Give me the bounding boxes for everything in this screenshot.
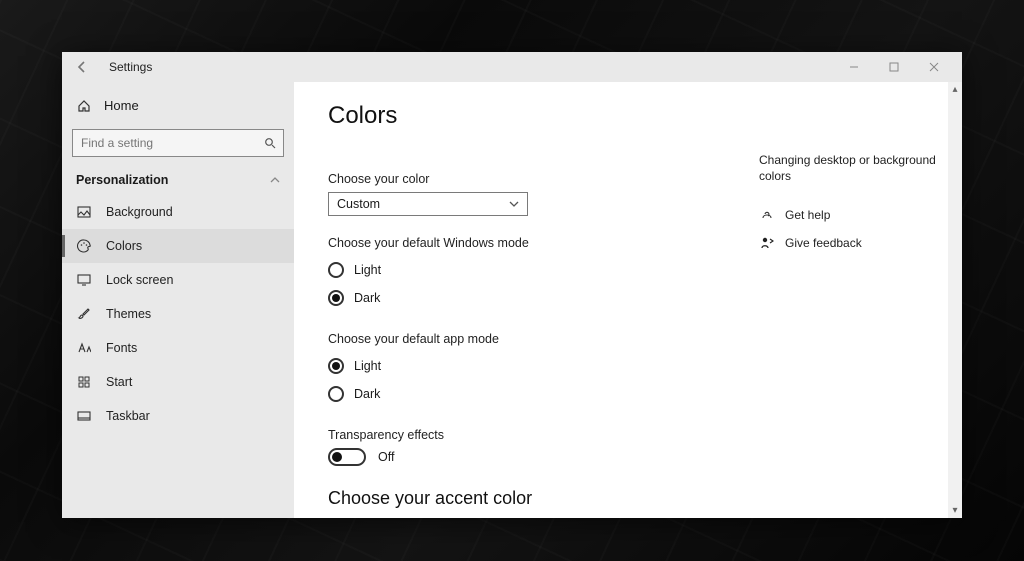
tip-text: Changing desktop or background colors <box>759 152 936 184</box>
sidebar-item-lock-screen[interactable]: Lock screen <box>62 263 294 297</box>
back-icon[interactable] <box>75 61 91 73</box>
sidebar-item-label: Lock screen <box>106 273 173 287</box>
sidebar: Home Personalization Background <box>62 82 294 518</box>
help-label: Get help <box>785 208 830 222</box>
windows-mode-light[interactable]: Light <box>328 256 733 284</box>
font-icon <box>76 342 92 354</box>
sidebar-item-colors[interactable]: Colors <box>62 229 294 263</box>
accent-heading: Choose your accent color <box>328 488 733 509</box>
settings-window: Settings Home Personalization <box>62 52 962 518</box>
color-mode-value: Custom <box>337 197 380 211</box>
sidebar-item-background[interactable]: Background <box>62 195 294 229</box>
sidebar-section-label: Personalization <box>76 173 168 187</box>
search-box[interactable] <box>72 129 284 157</box>
windows-mode-section: Choose your default Windows mode Light D… <box>328 236 733 312</box>
palette-icon <box>76 239 92 253</box>
help-link[interactable]: Get help <box>759 208 936 222</box>
radio-label: Light <box>354 263 381 277</box>
radio-label: Dark <box>354 387 380 401</box>
feedback-icon <box>759 236 775 250</box>
sidebar-item-fonts[interactable]: Fonts <box>62 331 294 365</box>
app-mode-label: Choose your default app mode <box>328 332 733 346</box>
search-input[interactable] <box>72 129 284 157</box>
main-panel: Colors Choose your color Custom Choose y… <box>294 82 753 518</box>
transparency-toggle[interactable] <box>328 448 366 466</box>
transparency-label: Transparency effects <box>328 428 733 442</box>
transparency-section: Transparency effects Off <box>328 428 733 466</box>
radio-label: Dark <box>354 291 380 305</box>
window-title: Settings <box>109 60 152 74</box>
app-mode-section: Choose your default app mode Light Dark <box>328 332 733 408</box>
radio-icon <box>328 386 344 402</box>
sidebar-item-label: Colors <box>106 239 142 253</box>
help-icon <box>759 208 775 222</box>
vertical-scrollbar[interactable]: ▴ ▾ <box>948 82 962 518</box>
image-icon <box>76 206 92 218</box>
sidebar-item-label: Start <box>106 375 132 389</box>
sidebar-item-label: Themes <box>106 307 151 321</box>
feedback-label: Give feedback <box>785 236 862 250</box>
close-icon[interactable] <box>914 52 954 82</box>
sidebar-item-label: Background <box>106 205 173 219</box>
windows-mode-dark[interactable]: Dark <box>328 284 733 312</box>
sidebar-item-themes[interactable]: Themes <box>62 297 294 331</box>
sidebar-section-header: Personalization <box>62 173 294 195</box>
choose-color-section: Choose your color Custom <box>328 172 733 216</box>
monitor-icon <box>76 274 92 286</box>
home-label: Home <box>104 98 139 113</box>
app-mode-light[interactable]: Light <box>328 352 733 380</box>
page-title: Colors <box>328 102 733 130</box>
right-panel: Changing desktop or background colors Ge… <box>753 82 948 518</box>
taskbar-icon <box>76 411 92 421</box>
color-mode-dropdown[interactable]: Custom <box>328 192 528 216</box>
radio-icon <box>328 262 344 278</box>
radio-selected-icon <box>328 358 344 374</box>
sidebar-item-start[interactable]: Start <box>62 365 294 399</box>
radio-label: Light <box>354 359 381 373</box>
feedback-link[interactable]: Give feedback <box>759 236 936 250</box>
home-icon <box>76 99 92 113</box>
radio-selected-icon <box>328 290 344 306</box>
app-mode-dark[interactable]: Dark <box>328 380 733 408</box>
titlebar: Settings <box>62 52 962 82</box>
maximize-icon[interactable] <box>874 52 914 82</box>
content-area: Colors Choose your color Custom Choose y… <box>294 82 962 518</box>
sidebar-item-label: Fonts <box>106 341 137 355</box>
chevron-up-icon <box>270 175 280 185</box>
search-icon <box>264 137 276 149</box>
scroll-up-icon[interactable]: ▴ <box>952 84 957 95</box>
minimize-icon[interactable] <box>834 52 874 82</box>
windows-mode-label: Choose your default Windows mode <box>328 236 733 250</box>
home-link[interactable]: Home <box>62 92 294 119</box>
sidebar-nav: Background Colors Lock screen Themes Fon… <box>62 195 294 433</box>
brush-icon <box>76 307 92 321</box>
transparency-state: Off <box>378 450 394 464</box>
chevron-down-icon <box>509 199 519 209</box>
sidebar-item-taskbar[interactable]: Taskbar <box>62 399 294 433</box>
grid-icon <box>76 376 92 388</box>
sidebar-item-label: Taskbar <box>106 409 150 423</box>
scroll-down-icon[interactable]: ▾ <box>952 505 957 516</box>
choose-color-label: Choose your color <box>328 172 733 186</box>
